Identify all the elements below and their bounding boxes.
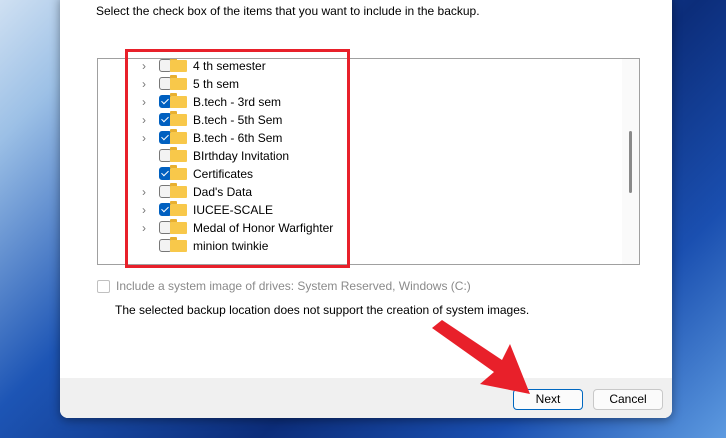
cancel-button[interactable]: Cancel xyxy=(593,389,663,410)
instruction-text: Select the check box of the items that y… xyxy=(96,4,480,18)
system-image-checkbox xyxy=(97,279,110,293)
system-image-note: The selected backup location does not su… xyxy=(115,303,530,317)
scrollbar-thumb[interactable] xyxy=(629,131,632,193)
highlight-box xyxy=(125,49,350,268)
scrollbar[interactable] xyxy=(622,59,639,264)
system-image-option: Include a system image of drives: System… xyxy=(97,279,471,293)
system-image-label: Include a system image of drives: System… xyxy=(116,279,471,293)
arrow-annotation-icon xyxy=(432,320,530,394)
dialog-footer: Next Cancel xyxy=(60,378,672,418)
